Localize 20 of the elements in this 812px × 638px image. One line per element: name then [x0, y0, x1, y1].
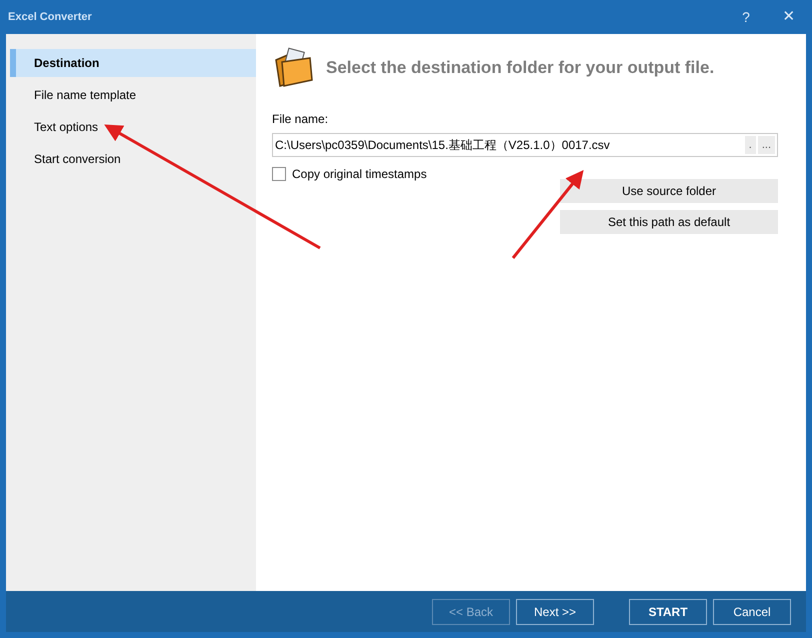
field-label: File name: [272, 111, 328, 128]
path-button[interactable]: Use source folder [560, 179, 778, 203]
file-name-field[interactable]: C:\Users\pc0359\Documents\15.基础工程（V25.1.0）0017.csv . ... [272, 133, 778, 157]
sidebar-item[interactable]: Text options [10, 113, 256, 141]
checkbox-label: Copy original timestamps [292, 166, 427, 183]
close-button[interactable]: ✕ [766, 2, 812, 32]
page-heading: Select the destination folder for your output file. [326, 57, 714, 80]
footer-button[interactable]: Next >> [516, 598, 594, 624]
folder-icon [272, 46, 316, 90]
path-button[interactable]: Set this path as default [560, 210, 778, 234]
browse-button[interactable]: ... [758, 136, 775, 154]
help-button[interactable]: ? [726, 2, 766, 32]
window-title: Excel Converter [8, 10, 92, 25]
sidebar-item[interactable]: Start conversion [10, 145, 256, 173]
start-button[interactable]: START [629, 598, 707, 624]
sidebar-item[interactable]: File name template [10, 81, 256, 109]
footer-button[interactable]: Cancel [713, 598, 791, 624]
checkbox[interactable] [272, 167, 286, 181]
browse-button[interactable]: . [744, 136, 756, 154]
sidebar-item[interactable]: Destination [10, 49, 256, 77]
